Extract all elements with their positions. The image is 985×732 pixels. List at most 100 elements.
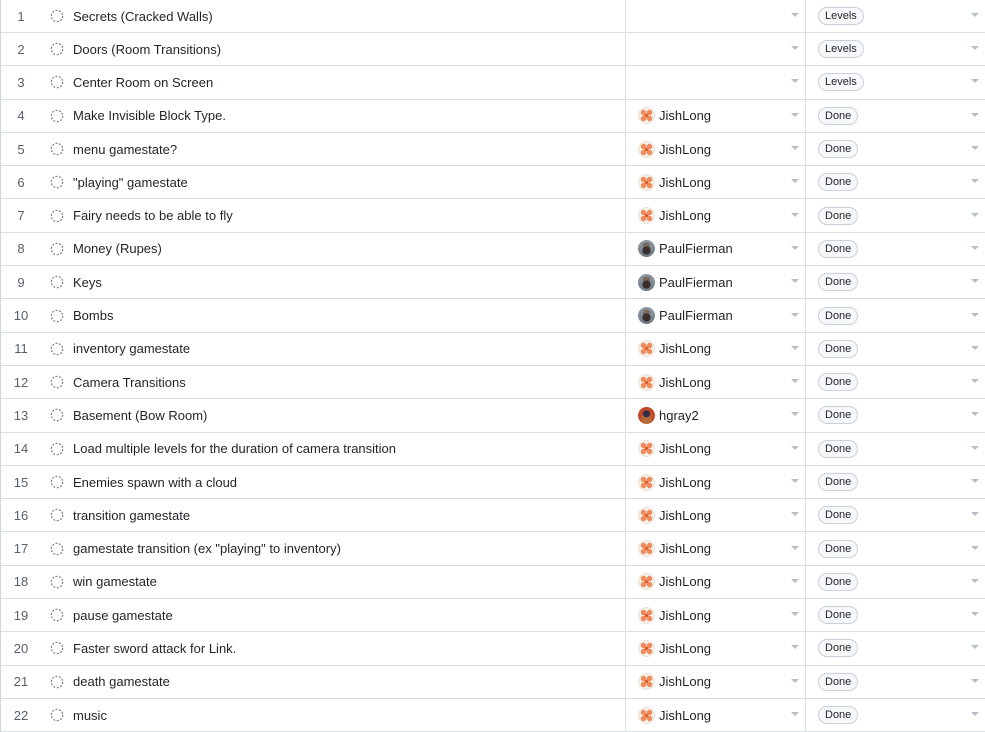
- issue-title[interactable]: Make Invisible Block Type.: [73, 108, 226, 123]
- chevron-down-icon[interactable]: [791, 479, 799, 483]
- status-cell[interactable]: Done: [805, 299, 985, 332]
- chevron-down-icon[interactable]: [791, 412, 799, 417]
- chevron-down-icon[interactable]: [971, 279, 979, 284]
- status-cell[interactable]: Done: [805, 266, 985, 299]
- assignee-cell[interactable]: JishLong: [625, 465, 806, 499]
- chevron-down-icon[interactable]: [791, 212, 799, 217]
- status-cell[interactable]: Done: [805, 599, 985, 632]
- issue-title[interactable]: inventory gamestate: [73, 341, 190, 356]
- chevron-down-icon[interactable]: [791, 512, 799, 517]
- title-cell[interactable]: pause gamestate: [41, 599, 625, 631]
- table-row-19[interactable]: 19 pause gamestate JishLong Done: [1, 599, 985, 633]
- chevron-down-icon[interactable]: [791, 112, 799, 117]
- chevron-down-icon[interactable]: [791, 146, 799, 151]
- title-cell[interactable]: Bombs: [41, 299, 625, 331]
- status-cell[interactable]: Done: [805, 499, 985, 532]
- status-cell[interactable]: Done: [805, 199, 985, 232]
- title-cell[interactable]: win gamestate: [41, 566, 625, 598]
- assignee-cell[interactable]: JishLong: [625, 698, 806, 732]
- chevron-down-icon[interactable]: [971, 445, 979, 450]
- assignee-cell[interactable]: hgray2: [625, 399, 806, 432]
- table-row-17[interactable]: 17 gamestate transition (ex "playing" to…: [1, 532, 985, 566]
- assignee-cell[interactable]: [625, 66, 806, 99]
- chevron-down-icon[interactable]: [791, 712, 799, 717]
- title-cell[interactable]: Make Invisible Block Type.: [41, 100, 625, 132]
- title-cell[interactable]: Basement (Bow Room): [41, 399, 625, 431]
- issue-title[interactable]: Faster sword attack for Link.: [73, 641, 236, 656]
- title-cell[interactable]: music: [41, 699, 625, 731]
- chevron-down-icon[interactable]: [971, 712, 979, 717]
- issue-title[interactable]: Money (Rupes): [73, 241, 162, 256]
- chevron-down-icon[interactable]: [971, 245, 979, 250]
- assignee-cell[interactable]: PaulFierman: [625, 266, 806, 299]
- issue-title[interactable]: Load multiple levels for the duration of…: [73, 441, 396, 456]
- status-cell[interactable]: Done: [805, 232, 985, 266]
- assignee-cell[interactable]: JishLong: [625, 599, 806, 632]
- chevron-down-icon[interactable]: [971, 312, 979, 317]
- table-row-4[interactable]: 4 Make Invisible Block Type. JishLong Do…: [1, 99, 985, 133]
- table-row-7[interactable]: 7 Fairy needs to be able to fly JishLong…: [1, 199, 985, 233]
- title-cell[interactable]: Fairy needs to be able to fly: [41, 199, 625, 231]
- table-row-22[interactable]: 22 music JishLong Done: [1, 698, 985, 732]
- chevron-down-icon[interactable]: [971, 13, 979, 17]
- table-row-20[interactable]: 20 Faster sword attack for Link. JishLon…: [1, 632, 985, 666]
- title-cell[interactable]: Camera Transitions: [41, 366, 625, 398]
- chevron-down-icon[interactable]: [971, 678, 979, 683]
- table-row-1[interactable]: 1 Secrets (Cracked Walls) Levels: [1, 0, 985, 33]
- chevron-down-icon[interactable]: [791, 445, 799, 450]
- status-cell[interactable]: Done: [805, 632, 985, 665]
- chevron-down-icon[interactable]: [971, 345, 979, 350]
- status-cell[interactable]: Done: [805, 698, 985, 732]
- chevron-down-icon[interactable]: [971, 179, 979, 184]
- status-cell[interactable]: Done: [805, 565, 985, 599]
- chevron-down-icon[interactable]: [791, 46, 799, 51]
- chevron-down-icon[interactable]: [791, 379, 799, 384]
- issue-title[interactable]: Bombs: [73, 308, 113, 323]
- issue-title[interactable]: music: [73, 708, 107, 723]
- issue-title[interactable]: Doors (Room Transitions): [73, 42, 221, 57]
- assignee-cell[interactable]: [625, 0, 806, 32]
- table-row-14[interactable]: 14 Load multiple levels for the duration…: [1, 432, 985, 466]
- table-row-6[interactable]: 6 "playing" gamestate JishLong Done: [1, 166, 985, 200]
- chevron-down-icon[interactable]: [971, 379, 979, 384]
- status-cell[interactable]: Done: [805, 99, 985, 132]
- assignee-cell[interactable]: JishLong: [625, 132, 806, 166]
- table-row-15[interactable]: 15 Enemies spawn with a cloud JishLong D…: [1, 465, 985, 500]
- title-cell[interactable]: Secrets (Cracked Walls): [41, 0, 625, 32]
- chevron-down-icon[interactable]: [791, 578, 799, 583]
- chevron-down-icon[interactable]: [791, 79, 799, 84]
- assignee-cell[interactable]: PaulFierman: [625, 232, 806, 266]
- table-row-9[interactable]: 9 Keys PaulFierman Done: [1, 266, 985, 300]
- assignee-cell[interactable]: JishLong: [625, 665, 806, 698]
- chevron-down-icon[interactable]: [971, 112, 979, 117]
- status-cell[interactable]: Done: [805, 132, 985, 166]
- status-cell[interactable]: Done: [805, 432, 985, 465]
- chevron-down-icon[interactable]: [971, 412, 979, 417]
- title-cell[interactable]: Keys: [41, 266, 625, 298]
- status-cell[interactable]: Done: [805, 465, 985, 499]
- status-cell[interactable]: Done: [805, 365, 985, 399]
- issue-title[interactable]: "playing" gamestate: [73, 175, 188, 190]
- assignee-cell[interactable]: JishLong: [625, 499, 806, 532]
- title-cell[interactable]: Center Room on Screen: [41, 66, 625, 98]
- table-row-5[interactable]: 5 menu gamestate? JishLong Done: [1, 132, 985, 167]
- issue-title[interactable]: pause gamestate: [73, 608, 173, 623]
- table-row-11[interactable]: 11 inventory gamestate JishLong Done: [1, 332, 985, 366]
- issue-title[interactable]: Keys: [73, 275, 102, 290]
- chevron-down-icon[interactable]: [971, 79, 979, 84]
- issue-title[interactable]: death gamestate: [73, 674, 170, 689]
- table-row-3[interactable]: 3 Center Room on Screen Levels: [1, 66, 985, 100]
- table-row-13[interactable]: 13 Basement (Bow Room) hgray2 Done: [1, 399, 985, 433]
- title-cell[interactable]: Load multiple levels for the duration of…: [41, 433, 625, 465]
- assignee-cell[interactable]: JishLong: [625, 199, 806, 232]
- issue-title[interactable]: Center Room on Screen: [73, 75, 213, 90]
- chevron-down-icon[interactable]: [971, 612, 979, 617]
- chevron-down-icon[interactable]: [971, 46, 979, 51]
- assignee-cell[interactable]: JishLong: [625, 432, 806, 465]
- chevron-down-icon[interactable]: [791, 245, 799, 250]
- chevron-down-icon[interactable]: [971, 512, 979, 517]
- chevron-down-icon[interactable]: [971, 545, 979, 550]
- chevron-down-icon[interactable]: [971, 645, 979, 650]
- issue-title[interactable]: menu gamestate?: [73, 142, 177, 157]
- title-cell[interactable]: Enemies spawn with a cloud: [41, 466, 625, 498]
